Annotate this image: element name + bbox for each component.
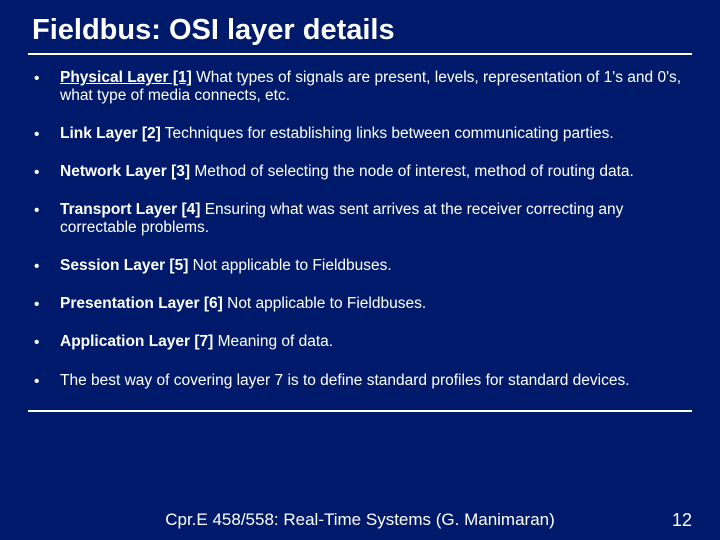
bullet-body: Meaning of data. [213, 333, 333, 350]
bullet-text: The best way of covering layer 7 is to d… [60, 372, 686, 390]
bullet-text: Presentation Layer [6] Not applicable to… [60, 295, 686, 313]
bullet-dot: • [34, 372, 60, 391]
bullet-item: • Transport Layer [4] Ensuring what was … [34, 201, 686, 238]
bullet-body: Not applicable to Fieldbuses. [188, 257, 391, 274]
bullet-text: Application Layer [7] Meaning of data. [60, 333, 686, 351]
bullet-body: Not applicable to Fieldbuses. [223, 295, 426, 312]
bullet-list: • Physical Layer [1] What types of signa… [28, 69, 692, 391]
slide-title: Fieldbus: OSI layer details [28, 14, 692, 47]
page-number: 12 [672, 510, 692, 531]
bullet-text: Physical Layer [1] What types of signals… [60, 69, 686, 106]
bullet-dot: • [34, 333, 60, 352]
bullet-body: Method of selecting the node of interest… [190, 163, 634, 180]
bullet-dot: • [34, 125, 60, 144]
bullet-heading: Application Layer [7] [60, 333, 213, 350]
bullet-item: • Application Layer [7] Meaning of data. [34, 333, 686, 352]
bullet-heading: Network Layer [3] [60, 163, 190, 180]
bullet-item: • Network Layer [3] Method of selecting … [34, 163, 686, 182]
bullet-heading: Transport Layer [4] [60, 201, 200, 218]
bullet-heading: Session Layer [5] [60, 257, 188, 274]
bullet-text: Network Layer [3] Method of selecting th… [60, 163, 686, 181]
bullet-body: The best way of covering layer 7 is to d… [60, 372, 630, 389]
bullet-text: Link Layer [2] Techniques for establishi… [60, 125, 686, 143]
bullet-heading: Presentation Layer [6] [60, 295, 223, 312]
bullet-dot: • [34, 201, 60, 220]
bullet-heading: Link Layer [2] [60, 125, 161, 142]
title-underline [28, 53, 692, 55]
bullet-text: Transport Layer [4] Ensuring what was se… [60, 201, 686, 238]
bullet-item: • Session Layer [5] Not applicable to Fi… [34, 257, 686, 276]
bullet-item: • Presentation Layer [6] Not applicable … [34, 295, 686, 314]
bullet-dot: • [34, 295, 60, 314]
bullet-text: Session Layer [5] Not applicable to Fiel… [60, 257, 686, 275]
bullet-item: • Link Layer [2] Techniques for establis… [34, 125, 686, 144]
bottom-rule [28, 410, 692, 412]
footer: Cpr.E 458/558: Real-Time Systems (G. Man… [0, 510, 720, 530]
bullet-dot: • [34, 69, 60, 88]
bullet-heading: Physical Layer [1] [60, 69, 192, 86]
bullet-dot: • [34, 257, 60, 276]
bullet-item: • The best way of covering layer 7 is to… [34, 372, 686, 391]
bullet-dot: • [34, 163, 60, 182]
footer-text: Cpr.E 458/558: Real-Time Systems (G. Man… [165, 510, 555, 530]
bullet-item: • Physical Layer [1] What types of signa… [34, 69, 686, 106]
bullet-body: Techniques for establishing links betwee… [161, 125, 614, 142]
slide: Fieldbus: OSI layer details • Physical L… [0, 0, 720, 540]
